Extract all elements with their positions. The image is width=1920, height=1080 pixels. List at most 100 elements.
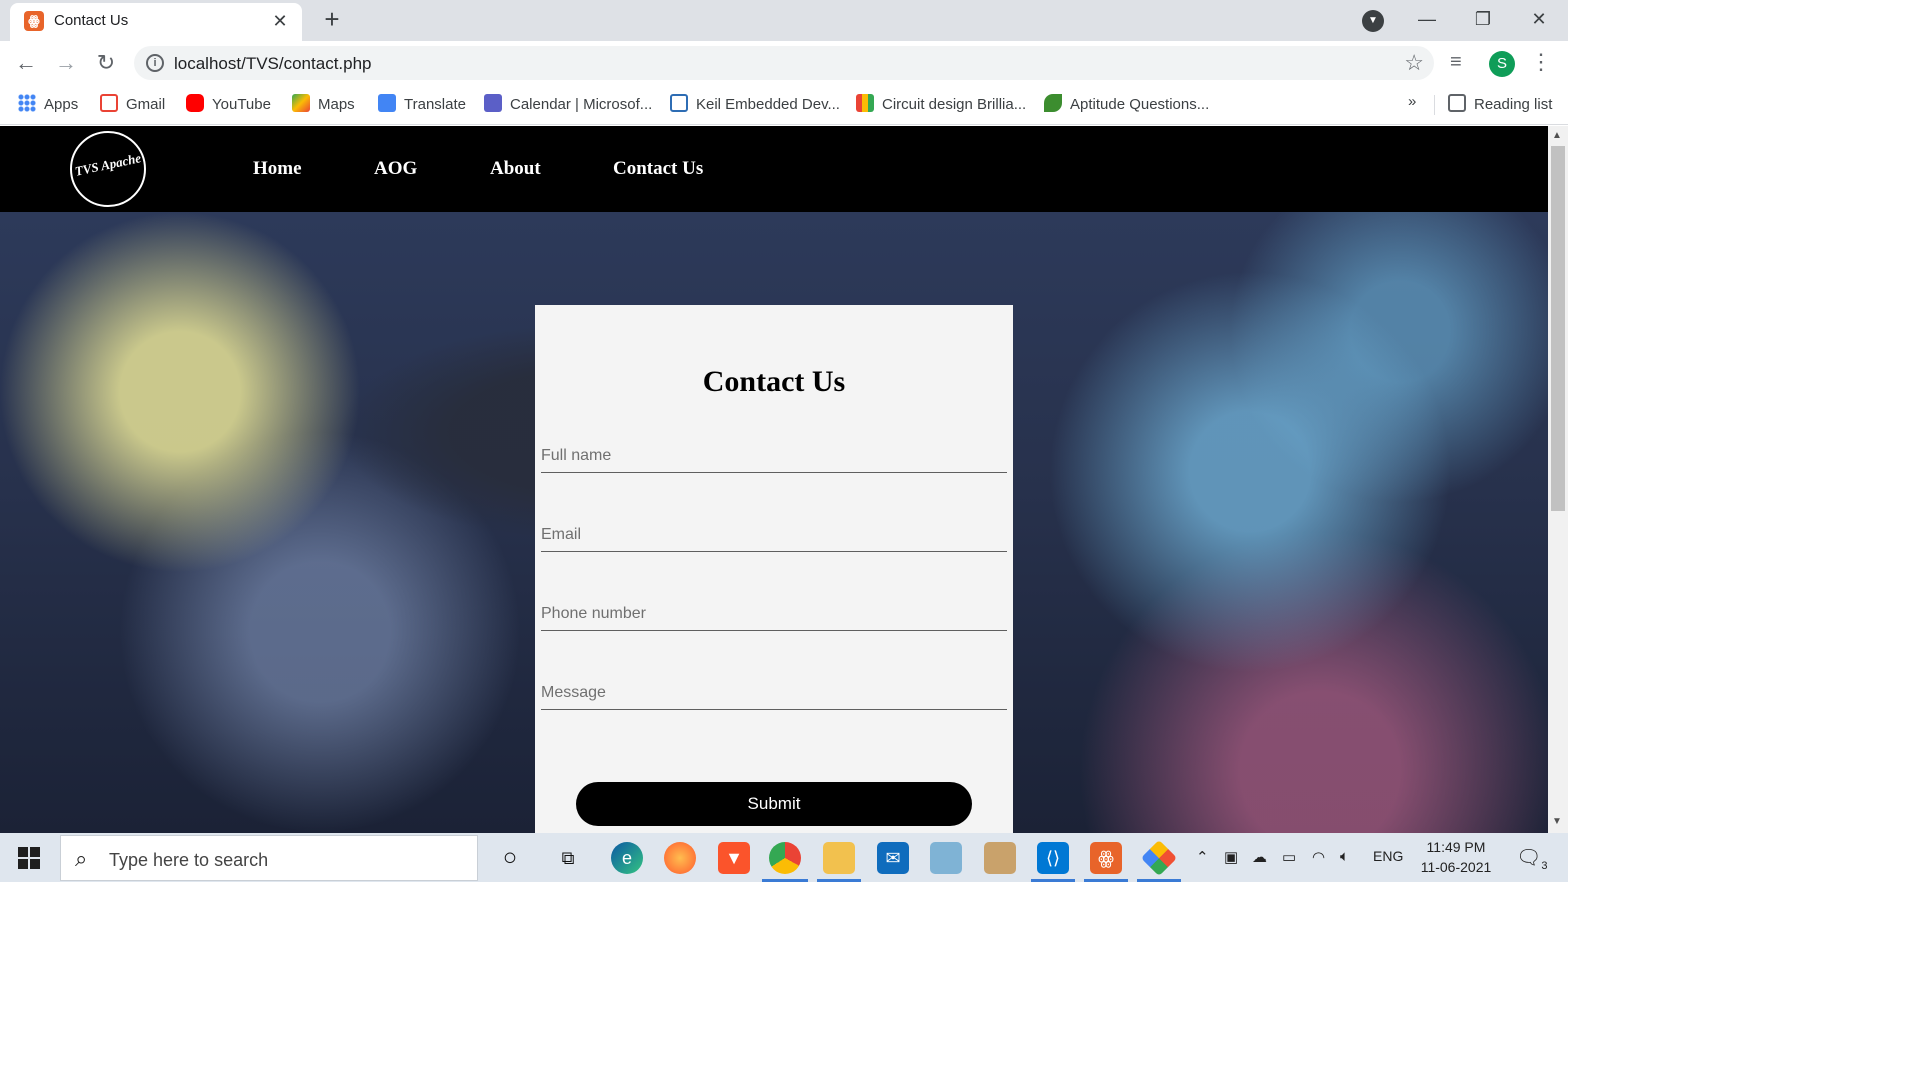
bookmarks-divider (1434, 95, 1435, 115)
logo-wordmark: TVS Apache (73, 150, 143, 179)
bookmark-apps[interactable]: Apps (18, 94, 78, 114)
cortana-icon[interactable]: ○ (494, 842, 526, 874)
maps-icon (292, 94, 310, 112)
phone-input[interactable] (541, 591, 1007, 630)
vscode-icon[interactable]: ⟨⟩ (1037, 842, 1069, 874)
clock-time: 11:49 PM (1426, 839, 1486, 855)
address-bar[interactable]: i localhost/TVS/contact.php ☆ (134, 46, 1434, 80)
menu-dots-icon[interactable]: ⋮ (1530, 49, 1552, 75)
apps-icon (18, 94, 36, 112)
edge-icon[interactable]: e (611, 842, 643, 874)
chrome-active-indicator (762, 879, 808, 882)
keil-icon (670, 94, 688, 112)
clock-date: 11-06-2021 (1420, 859, 1492, 875)
youtube-icon (186, 94, 204, 112)
chrome-icon[interactable] (769, 842, 801, 874)
page-viewport: TVS Apache Home AOG About Contact Us Con… (0, 126, 1548, 833)
scroll-up-icon[interactable]: ▲ (1552, 130, 1562, 141)
language-indicator[interactable]: ENG (1373, 848, 1403, 864)
tab-title: Contact Us (54, 12, 129, 29)
browser-toolbar: ← → ↻ i localhost/TVS/contact.php ☆ ≡ S … (0, 41, 1568, 85)
volume-icon[interactable]: 🔈︎ (1340, 848, 1349, 865)
show-hidden-icons-icon[interactable]: ⌃ (1196, 848, 1209, 866)
scroll-down-icon[interactable]: ▼ (1552, 816, 1562, 827)
nav-home[interactable]: Home (253, 158, 302, 180)
profile-avatar[interactable]: S (1489, 51, 1515, 77)
xampp-running-indicator (1084, 879, 1128, 882)
browser-tab[interactable]: ꙮ Contact Us ✕ (10, 3, 302, 41)
message-field (541, 670, 1007, 710)
scroll-thumb[interactable] (1551, 146, 1565, 511)
device-icon[interactable]: ▣ (1224, 848, 1238, 866)
aptitude-icon (1044, 94, 1062, 112)
message-input[interactable] (541, 670, 1007, 709)
minimize-icon[interactable]: — (1404, 4, 1450, 34)
new-tab-icon[interactable]: + (318, 6, 346, 34)
windows-taskbar: ⌕ Type here to search ○ ⧉ e ▼ ✉ ⟨⟩ ꙮ ⌃ ▣… (0, 833, 1568, 882)
nav-about[interactable]: About (490, 158, 541, 180)
gmail-icon (100, 94, 118, 112)
phone-field (541, 591, 1007, 631)
email-input[interactable] (541, 512, 1007, 551)
git-icon[interactable] (1140, 839, 1178, 877)
site-navbar: TVS Apache Home AOG About Contact Us (0, 126, 1548, 212)
notepad-icon[interactable] (930, 842, 962, 874)
search-icon: ⌕ (75, 846, 88, 871)
reading-list[interactable]: Reading list (1448, 94, 1552, 114)
form-title: Contact Us (702, 365, 846, 398)
xampp-favicon-icon: ꙮ (24, 11, 44, 31)
bookmark-youtube[interactable]: YouTube (186, 94, 271, 114)
url-text[interactable]: localhost/TVS/contact.php (174, 54, 372, 74)
notifications-icon[interactable]: 🗨︎3 (1516, 845, 1548, 872)
site-logo[interactable]: TVS Apache (70, 131, 146, 207)
system-clock[interactable]: 11:49 PM 11-06-2021 (1412, 837, 1500, 877)
wifi-icon[interactable]: ◠ (1312, 848, 1325, 866)
firefox-icon[interactable] (664, 842, 696, 874)
vscode-running-indicator (1031, 879, 1075, 882)
explorer-running-indicator (817, 879, 861, 882)
contact-form-card: Contact Us Submit (535, 305, 1013, 833)
nav-contact-us[interactable]: Contact Us (613, 158, 703, 180)
email-field (541, 512, 1007, 552)
more-bookmarks-icon[interactable]: » (1408, 93, 1416, 110)
reading-list-icon (1448, 94, 1466, 112)
back-icon[interactable]: ← (12, 49, 40, 77)
media-playlist-icon[interactable]: ≡ (1450, 51, 1462, 74)
bookmark-calendar[interactable]: Calendar | Microsof... (484, 94, 652, 114)
bookmark-keil[interactable]: Keil Embedded Dev... (670, 94, 840, 114)
onedrive-cloud-icon[interactable]: ☁ (1252, 848, 1267, 866)
mail-icon[interactable]: ✉ (877, 842, 909, 874)
close-window-icon[interactable]: ✕ (1516, 4, 1562, 34)
git-running-indicator (1137, 879, 1181, 882)
full-name-field (541, 433, 1007, 473)
nav-aog[interactable]: AOG (374, 158, 417, 180)
brave-icon[interactable]: ▼ (718, 842, 750, 874)
submit-button[interactable]: Submit (576, 782, 972, 826)
windows-start-icon[interactable] (18, 847, 40, 869)
page-scrollbar[interactable]: ▲ ▼ (1548, 126, 1568, 833)
winrar-icon[interactable] (984, 842, 1016, 874)
reload-icon[interactable]: ↻ (92, 49, 120, 77)
tab-search-icon[interactable]: ▼ (1362, 10, 1384, 32)
translate-icon (378, 94, 396, 112)
full-name-input[interactable] (541, 433, 1007, 472)
close-tab-icon[interactable]: ✕ (268, 9, 292, 33)
bookmark-circuit[interactable]: Circuit design Brillia... (856, 94, 1026, 114)
taskbar-search[interactable]: ⌕ Type here to search (60, 835, 478, 881)
site-info-icon[interactable]: i (146, 54, 164, 72)
bookmark-translate[interactable]: Translate (378, 94, 466, 114)
bookmark-aptitude[interactable]: Aptitude Questions... (1044, 94, 1209, 114)
teams-icon (484, 94, 502, 112)
battery-icon[interactable]: ▭ (1282, 848, 1296, 866)
tab-strip: ꙮ Contact Us ✕ + ▼ — ❐ ✕ (0, 0, 1568, 41)
restore-icon[interactable]: ❐ (1460, 4, 1506, 34)
xampp-icon[interactable]: ꙮ (1090, 842, 1122, 874)
circuit-icon (856, 94, 874, 112)
bookmark-maps[interactable]: Maps (292, 94, 355, 114)
bookmark-star-icon[interactable]: ☆ (1404, 50, 1424, 76)
forward-icon[interactable]: → (52, 49, 80, 77)
file-explorer-icon[interactable] (823, 842, 855, 874)
bookmark-gmail[interactable]: Gmail (100, 94, 165, 114)
bookmarks-bar: Apps Gmail YouTube Maps Translate Calend… (0, 85, 1568, 125)
task-view-icon[interactable]: ⧉ (552, 842, 584, 874)
